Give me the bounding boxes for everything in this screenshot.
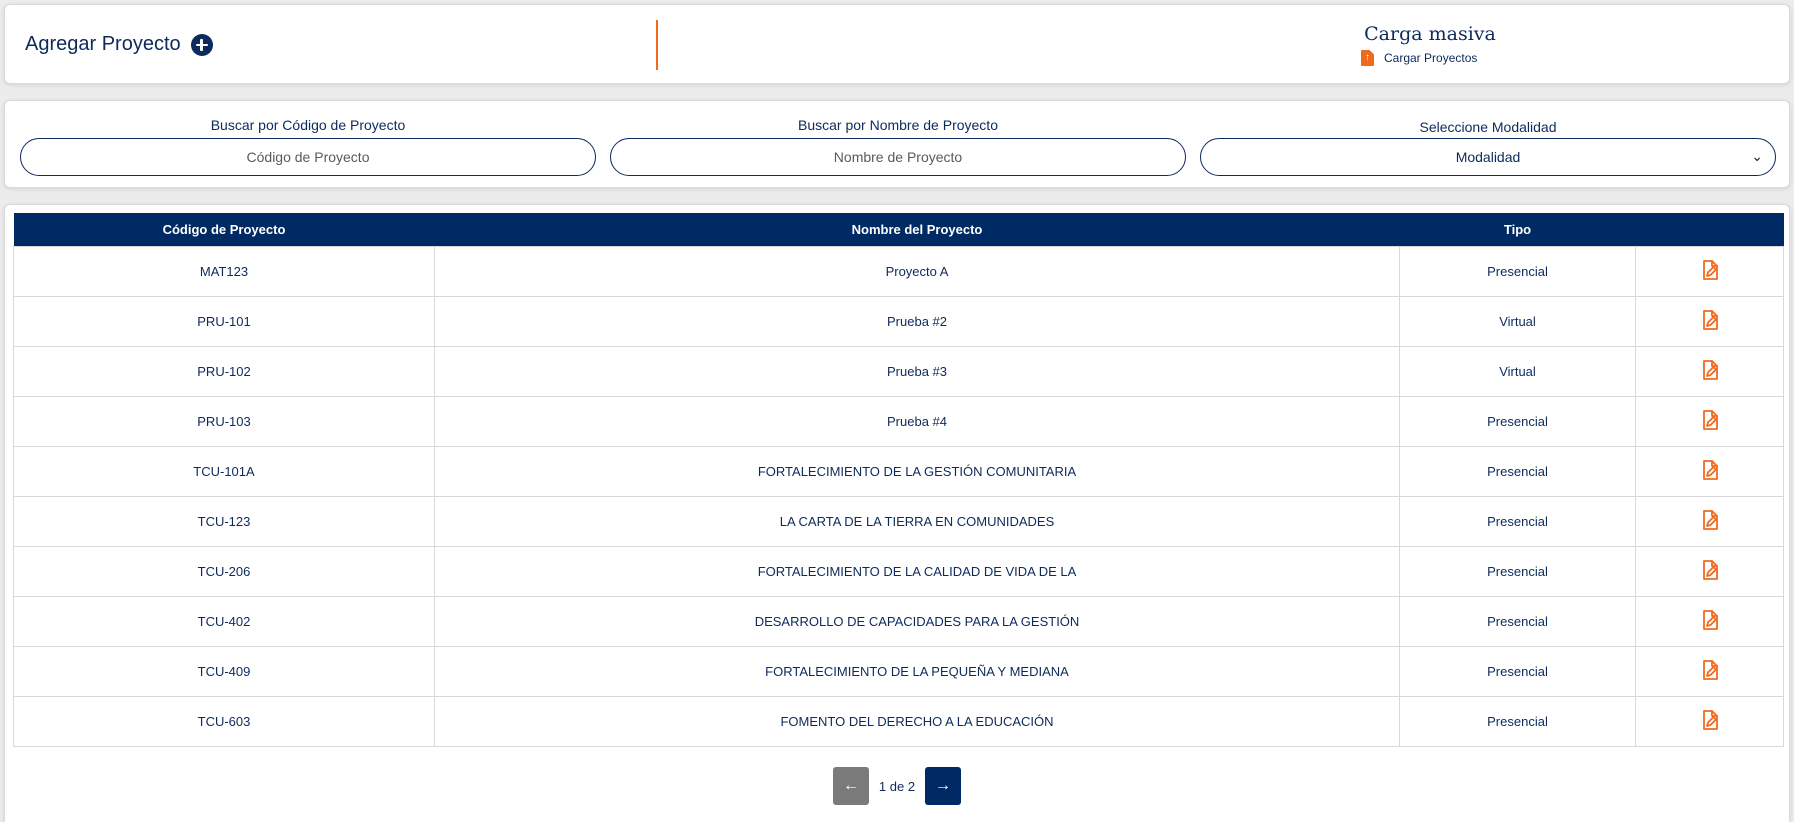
cell-name: Prueba #2 bbox=[434, 295, 1400, 347]
cell-code: TCU-603 bbox=[13, 695, 435, 747]
modality-group: Seleccione Modalidad Modalidad ⌄ bbox=[1200, 117, 1776, 176]
modality-select[interactable]: Modalidad ⌄ bbox=[1200, 138, 1776, 176]
add-project-button[interactable]: Agregar Proyecto bbox=[25, 33, 213, 56]
upload-projects-link[interactable]: Cargar Proyectos bbox=[1361, 50, 1477, 66]
cell-code: TCU-206 bbox=[13, 545, 435, 597]
cell-actions bbox=[1635, 445, 1784, 497]
name-search-input[interactable] bbox=[610, 138, 1186, 176]
header-name: Nombre del Proyecto bbox=[851, 221, 983, 237]
search-card: Buscar por Código de Proyecto Buscar por… bbox=[4, 100, 1790, 188]
file-edit-icon[interactable] bbox=[1700, 659, 1720, 681]
cell-actions bbox=[1635, 645, 1784, 697]
cell-actions bbox=[1635, 345, 1784, 397]
cell-actions bbox=[1635, 545, 1784, 597]
file-edit-icon[interactable] bbox=[1700, 309, 1720, 331]
table-row: TCU-123 LA CARTA DE LA TIERRA EN COMUNIDA… bbox=[13, 495, 1784, 547]
header-card: Agregar Proyecto Carga masiva Cargar Pro… bbox=[4, 4, 1790, 84]
cell-code: TCU-402 bbox=[13, 595, 435, 647]
table-row: PRU-101 Prueba #2 Virtual bbox=[13, 295, 1784, 347]
cell-code: PRU-101 bbox=[13, 295, 435, 347]
modality-label: Seleccione Modalidad bbox=[1419, 119, 1557, 135]
projects-table-card: Código de Proyecto Nombre del Proyecto T… bbox=[4, 204, 1790, 822]
arrow-right-icon: → bbox=[935, 777, 951, 794]
cell-type: Presencial bbox=[1399, 595, 1636, 647]
cell-type: Virtual bbox=[1399, 295, 1636, 347]
add-project-label: Agregar Proyecto bbox=[25, 33, 181, 55]
cell-code: TCU-123 bbox=[13, 495, 435, 547]
cell-code: TCU-409 bbox=[13, 645, 435, 697]
table-row: PRU-102 Prueba #3 Virtual bbox=[13, 345, 1784, 397]
code-search-group: Buscar por Código de Proyecto bbox=[20, 117, 596, 176]
name-search-label: Buscar por Nombre de Proyecto bbox=[798, 117, 998, 133]
cell-code: MAT123 bbox=[13, 245, 435, 297]
file-edit-icon[interactable] bbox=[1700, 409, 1720, 431]
page-indicator: 1 de 2 bbox=[878, 778, 916, 794]
cell-name: FORTALECIMIENTO DE LA GESTIÓN COMUNITARI… bbox=[434, 445, 1400, 497]
cell-actions bbox=[1635, 695, 1784, 747]
modality-selected-value: Modalidad bbox=[1455, 149, 1521, 165]
file-edit-icon[interactable] bbox=[1700, 459, 1720, 481]
cell-name: Prueba #4 bbox=[434, 395, 1400, 447]
header-actions bbox=[1636, 213, 1784, 246]
cell-actions bbox=[1635, 495, 1784, 547]
table-row: MAT123 Proyecto A Presencial bbox=[13, 245, 1784, 297]
table-row: PRU-103 Prueba #4 Presencial bbox=[13, 395, 1784, 447]
cell-type: Presencial bbox=[1399, 445, 1636, 497]
cell-name: Prueba #3 bbox=[434, 345, 1400, 397]
cell-name: LA CARTA DE LA TIERRA EN COMUNIDADES bbox=[434, 495, 1400, 547]
table-row: TCU-603 FOMENTO DEL DERECHO A LA EDUCACIÓ… bbox=[13, 695, 1784, 747]
code-search-label: Buscar por Código de Proyecto bbox=[210, 117, 406, 133]
file-edit-icon[interactable] bbox=[1700, 259, 1720, 281]
file-edit-icon[interactable] bbox=[1700, 609, 1720, 631]
cell-name: FOMENTO DEL DERECHO A LA EDUCACIÓN bbox=[434, 695, 1400, 747]
bulk-upload-title: Carga masiva bbox=[1364, 23, 1496, 45]
code-search-input[interactable] bbox=[20, 138, 596, 176]
pagination: ← 1 de 2 → bbox=[833, 767, 961, 805]
name-search-group: Buscar por Nombre de Proyecto bbox=[610, 117, 1186, 176]
table-row: TCU-101A FORTALECIMIENTO DE LA GESTIÓN CO… bbox=[13, 445, 1784, 497]
previous-page-button[interactable]: ← bbox=[833, 767, 869, 805]
cell-type: Presencial bbox=[1399, 495, 1636, 547]
cell-actions bbox=[1635, 295, 1784, 347]
file-edit-icon[interactable] bbox=[1700, 509, 1720, 531]
table-row: TCU-402 DESARROLLO DE CAPACIDADES PARA LA… bbox=[13, 595, 1784, 647]
cell-actions bbox=[1635, 245, 1784, 297]
table-row: TCU-206 FORTALECIMIENTO DE LA CALIDAD DE … bbox=[13, 545, 1784, 597]
cell-name: DESARROLLO DE CAPACIDADES PARA LA GESTIÓ… bbox=[434, 595, 1400, 647]
plus-circle-icon[interactable] bbox=[190, 33, 213, 56]
chevron-down-icon: ⌄ bbox=[1751, 148, 1763, 164]
cell-code: PRU-102 bbox=[13, 345, 435, 397]
cell-name: Proyecto A bbox=[434, 245, 1400, 297]
cell-type: Presencial bbox=[1399, 695, 1636, 747]
cell-type: Presencial bbox=[1399, 545, 1636, 597]
cell-code: TCU-101A bbox=[13, 445, 435, 497]
header-type: Tipo bbox=[1503, 221, 1532, 237]
next-page-button[interactable]: → bbox=[925, 767, 961, 805]
cell-actions bbox=[1635, 395, 1784, 447]
table-row: TCU-409 FORTALECIMIENTO DE LA PEQUEÑA Y M… bbox=[13, 645, 1784, 697]
cell-type: Presencial bbox=[1399, 395, 1636, 447]
file-upload-icon bbox=[1361, 50, 1374, 66]
file-edit-icon[interactable] bbox=[1700, 559, 1720, 581]
upload-projects-label: Cargar Proyectos bbox=[1384, 51, 1478, 65]
cell-name: FORTALECIMIENTO DE LA PEQUEÑA Y MEDIANA bbox=[434, 645, 1400, 697]
arrow-left-icon: ← bbox=[843, 777, 859, 794]
cell-type: Presencial bbox=[1399, 645, 1636, 697]
cell-type: Presencial bbox=[1399, 245, 1636, 297]
file-edit-icon[interactable] bbox=[1700, 359, 1720, 381]
cell-name: FORTALECIMIENTO DE LA CALIDAD DE VIDA DE… bbox=[434, 545, 1400, 597]
cell-actions bbox=[1635, 595, 1784, 647]
cell-code: PRU-103 bbox=[13, 395, 435, 447]
table-header-row: Código de Proyecto Nombre del Proyecto T… bbox=[13, 213, 1784, 246]
cell-type: Virtual bbox=[1399, 345, 1636, 397]
header-code: Código de Proyecto bbox=[162, 221, 286, 237]
header-divider bbox=[656, 20, 658, 70]
projects-table: Código de Proyecto Nombre del Proyecto T… bbox=[13, 213, 1784, 747]
file-edit-icon[interactable] bbox=[1700, 709, 1720, 731]
